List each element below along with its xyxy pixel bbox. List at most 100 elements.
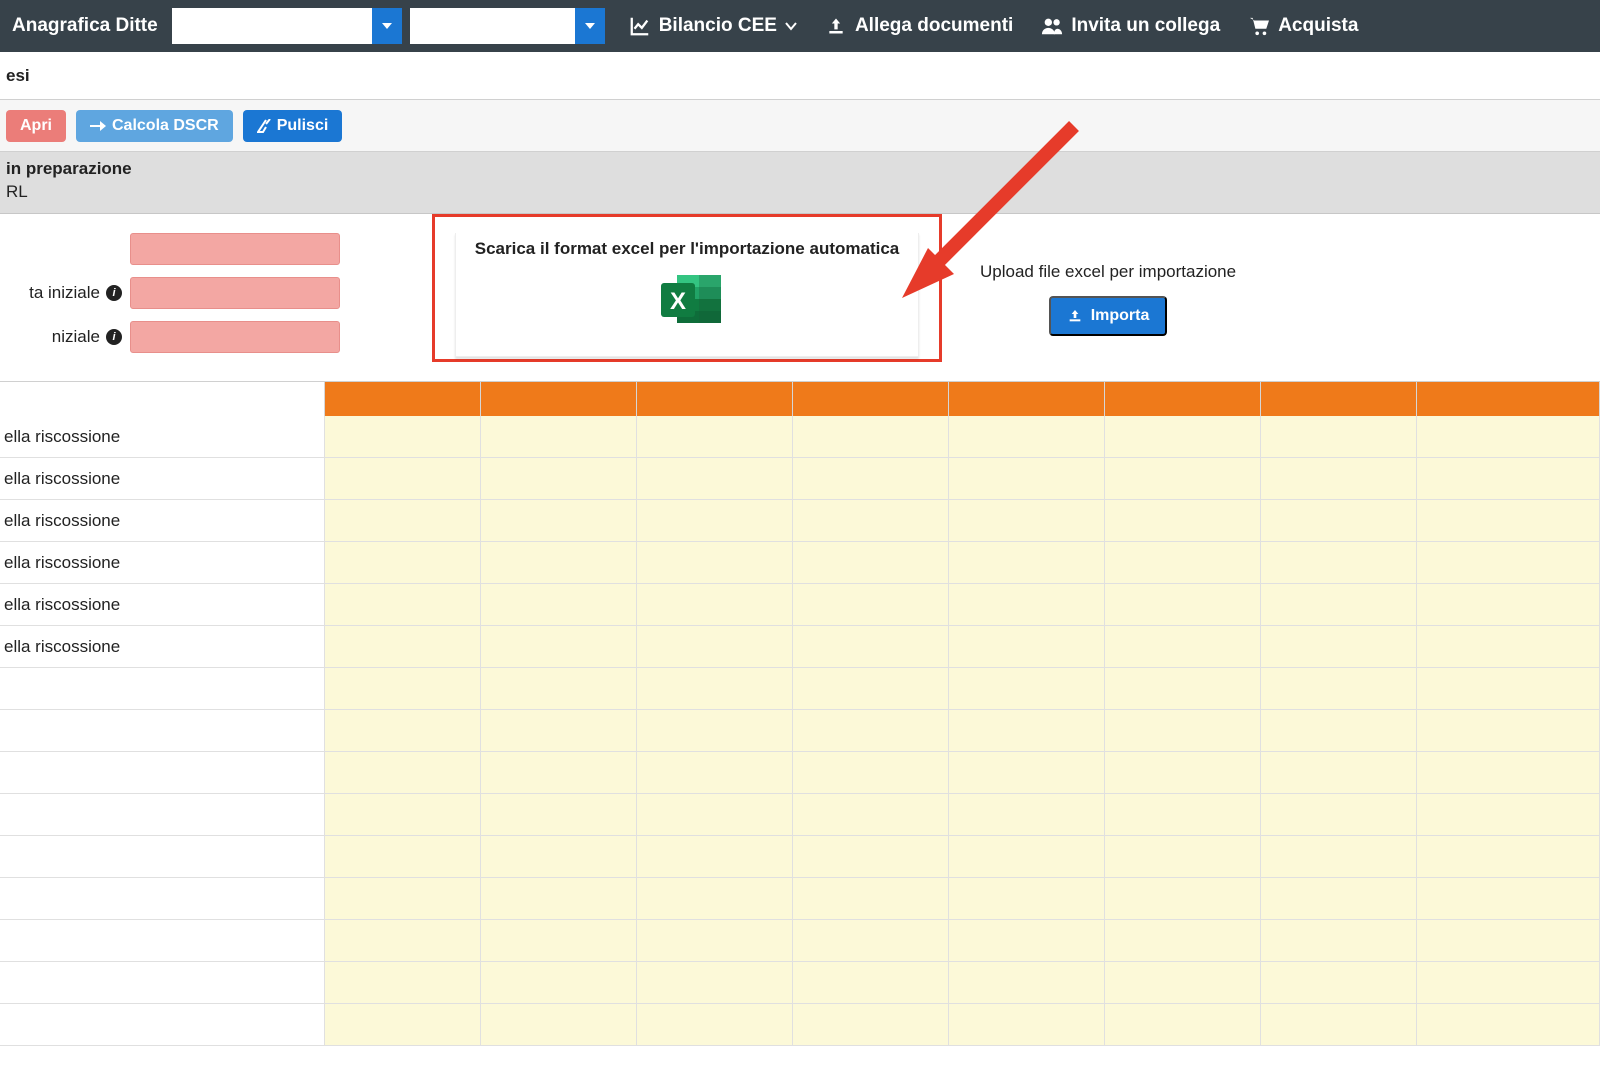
data-cell[interactable] [1261,1004,1417,1045]
data-cell[interactable] [1105,584,1261,625]
data-cell[interactable] [1105,542,1261,583]
data-cell[interactable] [1105,416,1261,457]
data-cell[interactable] [793,668,949,709]
data-cell[interactable] [481,794,637,835]
data-cell[interactable] [1261,962,1417,1003]
data-cell[interactable] [325,794,481,835]
data-cell[interactable] [949,752,1105,793]
data-cell[interactable] [949,1004,1105,1045]
data-cell[interactable] [1105,920,1261,961]
data-cell[interactable] [1105,752,1261,793]
data-cell[interactable] [949,584,1105,625]
data-cell[interactable] [949,710,1105,751]
data-cell[interactable] [1417,416,1600,457]
data-cell[interactable] [1105,458,1261,499]
info-icon[interactable]: i [106,329,122,345]
data-cell[interactable] [1105,500,1261,541]
data-cell[interactable] [637,458,793,499]
data-cell[interactable] [793,710,949,751]
data-cell[interactable] [1417,794,1600,835]
data-cell[interactable] [481,962,637,1003]
data-cell[interactable] [1105,962,1261,1003]
data-cell[interactable] [481,878,637,919]
data-cell[interactable] [481,584,637,625]
data-cell[interactable] [1261,416,1417,457]
data-cell[interactable] [949,542,1105,583]
data-cell[interactable] [1417,920,1600,961]
data-cell[interactable] [949,416,1105,457]
data-cell[interactable] [1261,458,1417,499]
data-cell[interactable] [1417,542,1600,583]
data-cell[interactable] [1105,626,1261,667]
data-cell[interactable] [793,458,949,499]
data-cell[interactable] [793,878,949,919]
data-cell[interactable] [1261,584,1417,625]
data-cell[interactable] [793,500,949,541]
data-cell[interactable] [325,710,481,751]
data-cell[interactable] [637,626,793,667]
nav-allega[interactable]: Allega documenti [825,15,1013,37]
data-cell[interactable] [325,836,481,877]
config-input-1[interactable] [130,233,340,265]
data-cell[interactable] [481,626,637,667]
config-input-2[interactable] [130,277,340,309]
data-cell[interactable] [793,962,949,1003]
data-cell[interactable] [793,584,949,625]
data-cell[interactable] [481,542,637,583]
data-cell[interactable] [1261,626,1417,667]
data-cell[interactable] [1417,668,1600,709]
data-cell[interactable] [1105,710,1261,751]
data-cell[interactable] [637,542,793,583]
data-cell[interactable] [793,794,949,835]
data-cell[interactable] [793,1004,949,1045]
data-cell[interactable] [1105,878,1261,919]
data-cell[interactable] [325,1004,481,1045]
data-cell[interactable] [1417,584,1600,625]
data-cell[interactable] [1261,710,1417,751]
data-cell[interactable] [325,416,481,457]
data-cell[interactable] [949,668,1105,709]
data-cell[interactable] [949,920,1105,961]
data-cell[interactable] [637,794,793,835]
data-cell[interactable] [793,836,949,877]
data-cell[interactable] [637,878,793,919]
company-dropdown-2-field[interactable] [410,8,575,44]
config-input-3[interactable] [130,321,340,353]
pulisci-button[interactable]: Pulisci [243,110,343,142]
data-cell[interactable] [1417,500,1600,541]
company-dropdown-2-toggle[interactable] [575,8,605,44]
download-excel-card[interactable]: Scarica il format excel per l'importazio… [455,233,919,357]
data-cell[interactable] [1417,626,1600,667]
data-cell[interactable] [325,920,481,961]
data-cell[interactable] [481,458,637,499]
data-cell[interactable] [637,752,793,793]
data-cell[interactable] [1417,878,1600,919]
calcola-dscr-button[interactable]: Calcola DSCR [76,110,233,142]
data-cell[interactable] [949,626,1105,667]
data-cell[interactable] [325,500,481,541]
data-cell[interactable] [1417,752,1600,793]
company-dropdown-2[interactable] [410,8,605,44]
data-cell[interactable] [325,668,481,709]
data-cell[interactable] [1261,794,1417,835]
data-cell[interactable] [325,878,481,919]
data-cell[interactable] [481,500,637,541]
data-cell[interactable] [325,626,481,667]
data-cell[interactable] [793,626,949,667]
data-cell[interactable] [325,584,481,625]
data-cell[interactable] [637,962,793,1003]
data-cell[interactable] [637,1004,793,1045]
data-cell[interactable] [1105,794,1261,835]
data-cell[interactable] [481,752,637,793]
data-cell[interactable] [1417,458,1600,499]
data-cell[interactable] [637,710,793,751]
company-dropdown-1-toggle[interactable] [372,8,402,44]
data-cell[interactable] [1261,752,1417,793]
data-cell[interactable] [637,668,793,709]
data-cell[interactable] [793,920,949,961]
data-cell[interactable] [637,584,793,625]
data-cell[interactable] [325,752,481,793]
data-cell[interactable] [1417,962,1600,1003]
data-cell[interactable] [949,962,1105,1003]
data-cell[interactable] [481,710,637,751]
